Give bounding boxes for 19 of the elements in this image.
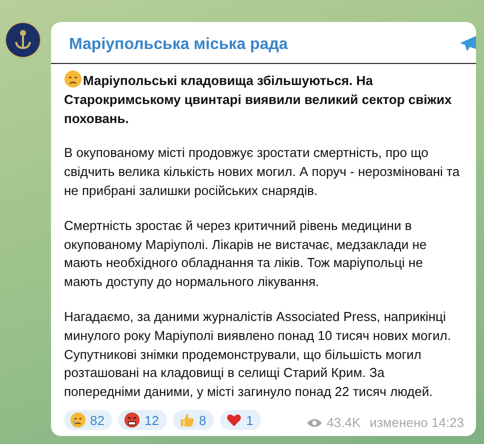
heart-icon — [226, 412, 242, 428]
post-paragraph: Нагадаємо, за даними журналістів Associated Press, наприкінці минулого року Маріуполі виявлено понад 10 тисяч нових могил. Супутникові знімки продемонстрували, що більшість могил розташовані на кладовищі в селищі Старий Крим. За попередніми даними, у місті загинуло понад 22 тисяч людей. — [64, 308, 452, 402]
edited-time: изменено 14:23 — [370, 415, 464, 430]
eye-icon — [306, 418, 322, 428]
anchor-icon — [14, 29, 32, 51]
reaction-button[interactable]: 12 — [118, 410, 167, 430]
angry-emoji-icon — [124, 412, 140, 428]
channel-avatar[interactable] — [5, 22, 41, 58]
reaction-button[interactable]: 8 — [172, 410, 214, 430]
reaction-button[interactable]: 1 — [220, 410, 262, 430]
view-count: 43.4K — [326, 415, 361, 430]
sad-face-icon — [64, 70, 82, 88]
thumbs-up-icon — [178, 412, 195, 428]
post-paragraph: Смертність зростає й через критичний рівень медицини в окупованому Маріуполі. Лікарів не вистачає, медзаклади не мають необхідного обладнання та ліків. Тож маріупольці не мають доступу до нормального лікування. — [64, 216, 428, 292]
reaction-button[interactable]: 82 — [64, 410, 112, 430]
channel-name[interactable]: Маріупольська міська рада — [69, 36, 288, 54]
post-headline: Маріупольські кладовища збільшуються. На Старокримському цвинтарі виявили великий сектор свіжих поховань. — [64, 70, 462, 128]
crying-emoji-icon — [70, 412, 86, 428]
post-paragraph: В окупованому місті продовжує зростати смертність, про що свідчить велика кількість нових могил. А поруч - нерозміновані та не прибрані залишки російських снарядів. — [64, 144, 461, 200]
